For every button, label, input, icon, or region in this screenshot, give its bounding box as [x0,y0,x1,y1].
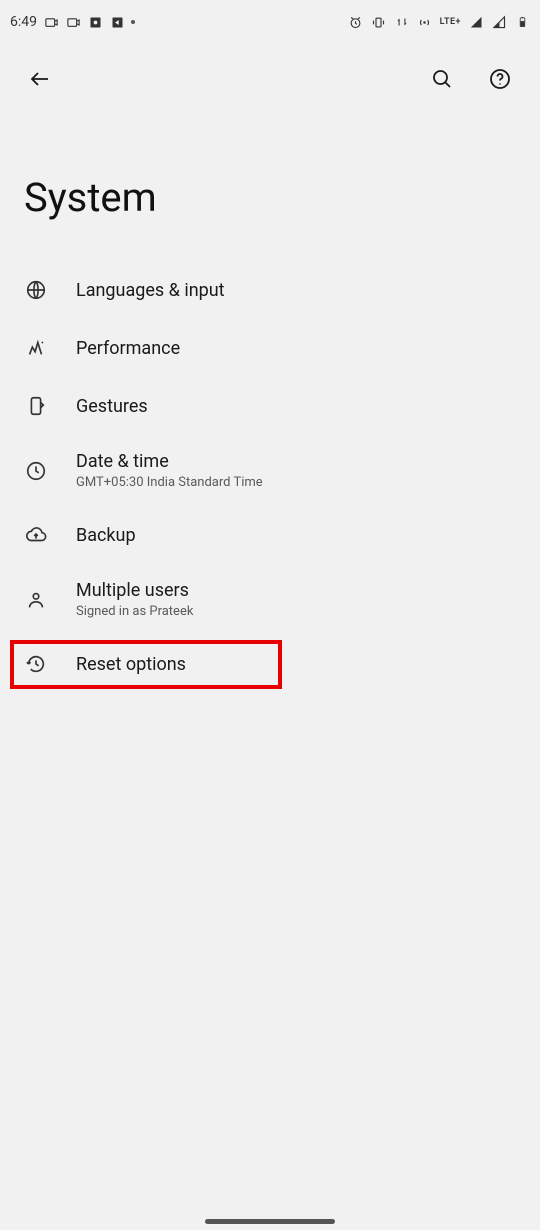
settings-list: Languages & input Performance Gestures D… [0,261,540,693]
history-icon [24,652,48,676]
status-bar: 6:49 LTE+ [0,0,540,44]
item-title: Backup [76,525,136,546]
person-icon [24,588,48,612]
item-subtitle: GMT+05:30 India Standard Time [76,475,263,490]
battery-icon [514,14,530,30]
settings-item-backup[interactable]: Backup [0,506,540,564]
back-button[interactable] [20,59,60,99]
gestures-icon [24,394,48,418]
settings-item-languages[interactable]: Languages & input [0,261,540,319]
clock-icon [24,459,48,483]
notification-icon-1 [43,14,59,30]
item-title: Reset options [76,654,186,675]
app-bar [0,44,540,114]
item-title: Multiple users [76,580,193,601]
lte-label: LTE+ [440,17,461,27]
notification-icon-2 [65,14,81,30]
signal-icon-1 [468,14,484,30]
notification-icon-4 [109,14,125,30]
gesture-nav-bar[interactable] [0,1219,540,1224]
settings-item-reset[interactable]: Reset options [0,635,540,693]
performance-icon [24,336,48,360]
help-button[interactable] [480,59,520,99]
arrow-back-icon [28,67,52,91]
settings-item-gestures[interactable]: Gestures [0,377,540,435]
vibrate-icon [371,14,387,30]
nav-pill-icon [205,1219,335,1224]
status-time: 6:49 [10,14,37,30]
settings-item-multiple-users[interactable]: Multiple users Signed in as Prateek [0,564,540,635]
more-notifications-dot [131,20,135,24]
search-button[interactable] [422,59,462,99]
help-icon [488,67,512,91]
globe-icon [24,278,48,302]
item-title: Date & time [76,451,263,472]
settings-item-performance[interactable]: Performance [0,319,540,377]
search-icon [430,67,454,91]
settings-item-datetime[interactable]: Date & time GMT+05:30 India Standard Tim… [0,435,540,506]
item-title: Languages & input [76,280,225,301]
item-title: Performance [76,338,180,359]
item-subtitle: Signed in as Prateek [76,604,193,619]
notification-icon-3 [87,14,103,30]
cloud-upload-icon [24,523,48,547]
alarm-icon [348,14,364,30]
item-title: Gestures [76,396,148,417]
page-title: System [0,114,540,261]
signal-icon-2 [491,14,507,30]
hotspot-icon [417,14,433,30]
data-icon [394,14,410,30]
